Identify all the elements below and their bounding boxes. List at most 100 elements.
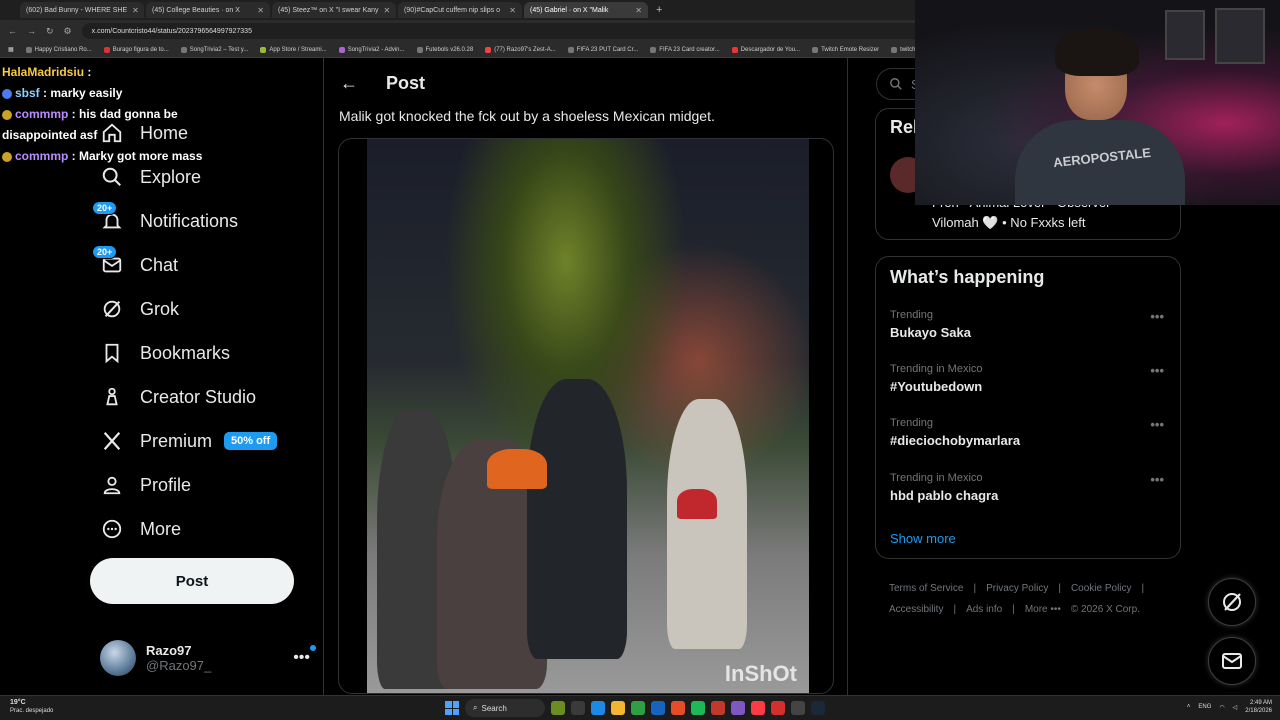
music-icon[interactable] [751,701,765,715]
footer-link[interactable]: Cookie Policy [1071,583,1132,594]
reload-icon[interactable]: ↻ [46,26,54,37]
spotify-icon[interactable] [691,701,705,715]
bookmark-item[interactable]: (77) Razo97's Zest-A... [485,46,556,53]
bookmark-favicon-icon [25,46,32,53]
nav-bookmarks[interactable]: Bookmarks [100,339,230,367]
start-icon[interactable] [445,701,459,715]
nav-explore[interactable]: Explore [100,163,201,191]
footer-link[interactable]: Accessibility [889,604,943,615]
bookmark-item[interactable]: Twitch Emote Resizer [812,46,880,53]
video-figure [527,379,627,659]
volume-icon[interactable]: ◁ [1233,704,1238,711]
forward-icon[interactable]: → [27,26,36,36]
back-arrow-icon[interactable]: ← [340,73,358,94]
nav-more[interactable]: More [100,515,181,543]
url-field[interactable]: x.com/Countcristo44/status/2023796564997… [81,23,932,39]
close-icon[interactable]: ✕ [509,6,516,15]
messages-floating-button[interactable] [1208,637,1256,685]
footer-link[interactable]: Privacy Policy [986,583,1048,594]
trend-item[interactable]: Trending in Mexico hbd pablo chagra ••• [890,472,1170,503]
app-icon[interactable] [551,701,565,715]
steam-icon[interactable] [811,701,825,715]
browser-tab[interactable]: (602) Bad Bunny - WHERE SHE ✕ [20,2,144,18]
site-info-icon[interactable]: ⚙ [64,26,72,37]
mail-icon: 20+ [92,245,124,277]
footer-link[interactable]: Terms of Service [889,583,963,594]
more-dots-icon[interactable]: ••• [1150,417,1164,432]
close-icon[interactable]: ✕ [257,6,264,15]
more-dots-icon[interactable]: ••• [1150,363,1164,378]
bookmark-item[interactable]: FIFA 23 Card creator... [650,46,720,53]
weather-widget[interactable]: 19°C Prac. despejado [10,699,53,715]
mail-icon [1220,649,1244,673]
wifi-icon[interactable]: ◠ [1219,704,1224,711]
chrome-icon[interactable] [671,701,685,715]
nav-profile-label: Profile [140,474,192,495]
nav-chat-label: Chat [140,254,179,275]
chevron-up-icon[interactable]: ˄ [1187,704,1191,710]
app-icon[interactable] [791,701,805,715]
nav-premium[interactable]: Premium 50% off [100,427,278,455]
folder-icon[interactable] [611,701,625,715]
task-view-icon[interactable] [571,701,585,715]
bookmark-item[interactable]: App Store / Streami... [260,46,327,53]
trend-item[interactable]: Trending Bukayo Saka ••• [890,309,1170,340]
nav-creator-studio[interactable]: Creator Studio [100,383,256,411]
trend-item[interactable]: Trending #dieciochobymarlara ••• [890,417,1170,448]
bookmark-item[interactable]: Burago figura de to... [103,46,169,53]
language-indicator[interactable]: ENG [1198,704,1211,710]
browser-tab[interactable]: (45) College Beauties · on X ✕ [146,2,270,18]
bookmark-item[interactable]: FIFA 23 PUT Card Cr... [567,46,638,53]
post-button[interactable]: Post [90,558,294,604]
nav-creator-studio-label: Creator Studio [140,386,257,407]
bookmark-item[interactable]: Happy Cristiano Ro... [25,46,92,53]
close-icon[interactable]: ✕ [132,6,139,15]
footer-link[interactable]: Ads info [966,604,1002,615]
grok-floating-button[interactable] [1208,578,1256,626]
discord-icon[interactable] [731,701,745,715]
bookmark-favicon-icon [260,46,267,53]
mail-app-icon[interactable] [651,701,665,715]
trend-name: #dieciochobymarlara [890,433,1021,448]
app-icon[interactable] [711,701,725,715]
post-media[interactable]: InShOt [338,138,834,694]
video-player[interactable]: InShOt [367,139,809,693]
more-dots-icon[interactable]: ••• [1150,309,1164,324]
browser-tab[interactable]: (45) Steez™ on X "I swear Kany ✕ [272,2,396,18]
browser-tab-active[interactable]: (45) Gabriel · on X "Malik ✕ [524,2,648,18]
footer-link[interactable]: More ••• [1025,604,1061,615]
clock[interactable]: 2:49 AM 2/18/2026 [1245,699,1272,715]
nav-more-label: More [140,518,182,539]
bookmark-item[interactable]: Descargador de You... [731,46,800,53]
more-dots-icon[interactable]: ••• [1150,472,1164,487]
app-icon[interactable] [771,701,785,715]
tab-label: (45) College Beauties · on X [152,6,240,14]
new-tab-icon[interactable]: + [656,4,662,16]
back-icon[interactable]: ← [8,26,17,36]
close-icon[interactable]: ✕ [635,6,642,15]
account-switcher[interactable]: Razo97 @Razo97_ ••• [100,638,316,678]
nav-notifications[interactable]: 20+ Notifications [92,201,238,235]
chat-username: commmp [15,107,69,121]
nav-chat[interactable]: 20+ Chat [92,245,179,279]
apps-icon[interactable]: ▦ [8,46,14,53]
edge-icon[interactable] [591,701,605,715]
bookmark-item[interactable]: Futebols v26.0.28 [416,46,474,53]
bookmark-label: Twitch Emote Resizer [821,46,880,53]
tab-label: (90)#CapCut cuffem nip slips o [404,6,500,14]
bookmark-item[interactable]: SongTrivia2 - Advin... [338,46,405,53]
weather-desc: Prac. despejado [10,708,54,714]
bookmark-item[interactable]: SongTrivia2 – Test y... [180,46,248,53]
browser-tab[interactable]: (90)#CapCut cuffem nip slips o ✕ [398,2,522,18]
search-icon [889,77,903,91]
trend-item[interactable]: Trending in Mexico #Youtubedown ••• [890,363,1170,394]
app-icon[interactable] [631,701,645,715]
nav-profile[interactable]: Profile [100,471,191,499]
nav-grok[interactable]: Grok [100,295,179,323]
close-icon[interactable]: ✕ [384,6,391,15]
show-more-link[interactable]: Show more [890,531,956,546]
bookmark-label: Futebols v26.0.28 [425,46,474,53]
taskbar-search[interactable]: ⌕ Search [465,699,545,717]
trend-name: Bukayo Saka [890,325,971,340]
more-dots-icon[interactable]: ••• [293,645,316,667]
